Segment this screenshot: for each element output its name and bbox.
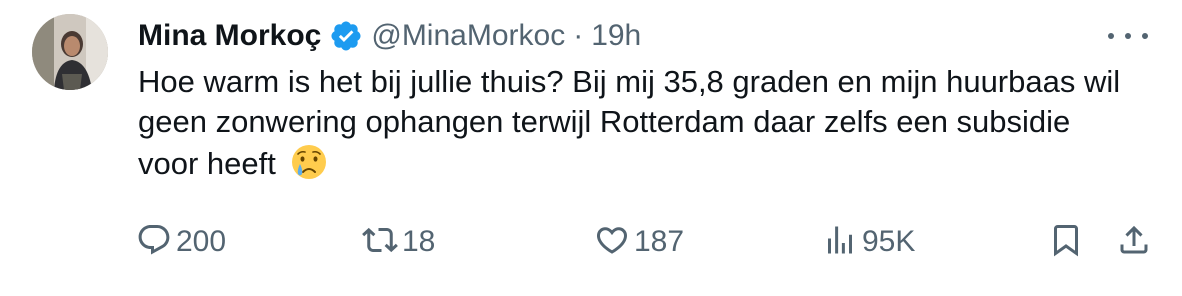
reply-icon [136, 222, 172, 263]
repost-count: 18 [402, 225, 436, 258]
avatar[interactable] [32, 14, 108, 90]
repost-icon [362, 222, 398, 263]
reply-count: 200 [176, 225, 227, 258]
views-count: 95K [862, 225, 916, 258]
crying-face-emoji-icon [289, 142, 329, 182]
share-icon [1116, 222, 1152, 263]
reply-button[interactable]: 200 [136, 222, 226, 262]
bookmark-icon [1048, 222, 1084, 263]
timestamp[interactable]: 19h [591, 19, 641, 53]
bookmark-button[interactable] [1048, 222, 1084, 262]
separator-dot: · [573, 19, 584, 52]
tweet-text-container: Hoe warm is het bij jullie thuis? Bij mi… [138, 62, 1138, 184]
like-icon [594, 222, 630, 263]
verified-badge-icon [329, 19, 363, 53]
author-handle[interactable]: @MinaMorkoc [371, 19, 565, 53]
like-count: 187 [634, 225, 685, 258]
tweet-text: Hoe warm is het bij jullie thuis? Bij mi… [138, 64, 1121, 181]
views-icon [822, 222, 858, 263]
action-bar: 200 18 187 95K [136, 222, 1156, 262]
like-button[interactable]: 187 [594, 222, 684, 262]
avatar-image [32, 14, 108, 90]
tweet-header: Mina Morkoç @MinaMorkoc · 19h [138, 14, 641, 58]
share-button[interactable] [1116, 222, 1152, 262]
repost-button[interactable]: 18 [362, 222, 435, 262]
more-icon[interactable] [1108, 26, 1148, 46]
views-button[interactable]: 95K [822, 222, 915, 262]
tweet[interactable]: Mina Morkoç @MinaMorkoc · 19h Hoe warm i… [0, 0, 1182, 296]
author-name[interactable]: Mina Morkoç [138, 19, 321, 53]
